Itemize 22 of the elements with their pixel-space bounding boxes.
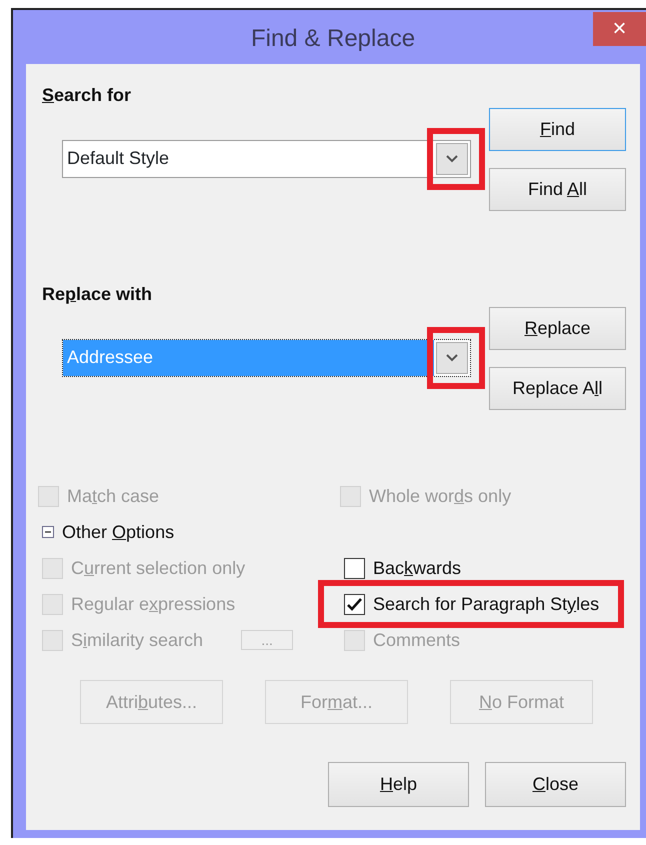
button[interactable]: Close — [485, 762, 626, 807]
button[interactable]: Find — [489, 108, 626, 151]
collapse-icon[interactable] — [42, 526, 54, 538]
button[interactable]: Replace All — [489, 367, 626, 410]
button[interactable]: Replace — [489, 307, 626, 350]
style-dropdown[interactable]: Addressee — [62, 339, 471, 377]
checkbox[interactable] — [344, 558, 365, 578]
section-toggle[interactable]: Other Options — [62, 518, 174, 546]
button[interactable]: Help — [328, 762, 469, 807]
section-label: Search for — [42, 84, 132, 107]
style-dropdown[interactable]: Default Style — [62, 140, 471, 178]
dropdown-button[interactable] — [436, 342, 468, 374]
dropdown-button[interactable] — [436, 143, 468, 175]
window-title: Find & Replace — [250, 24, 416, 54]
caret-icon — [445, 353, 459, 363]
section-label: Replace with — [42, 283, 154, 306]
checkbox-label[interactable]: Search for Paragraph Styles — [373, 590, 600, 618]
checkbox-label[interactable]: Backwards — [373, 554, 462, 582]
button[interactable]: Find All — [489, 168, 626, 211]
caret-icon — [445, 154, 459, 164]
close-button[interactable]: × — [593, 12, 646, 46]
checkbox[interactable] — [344, 594, 365, 614]
